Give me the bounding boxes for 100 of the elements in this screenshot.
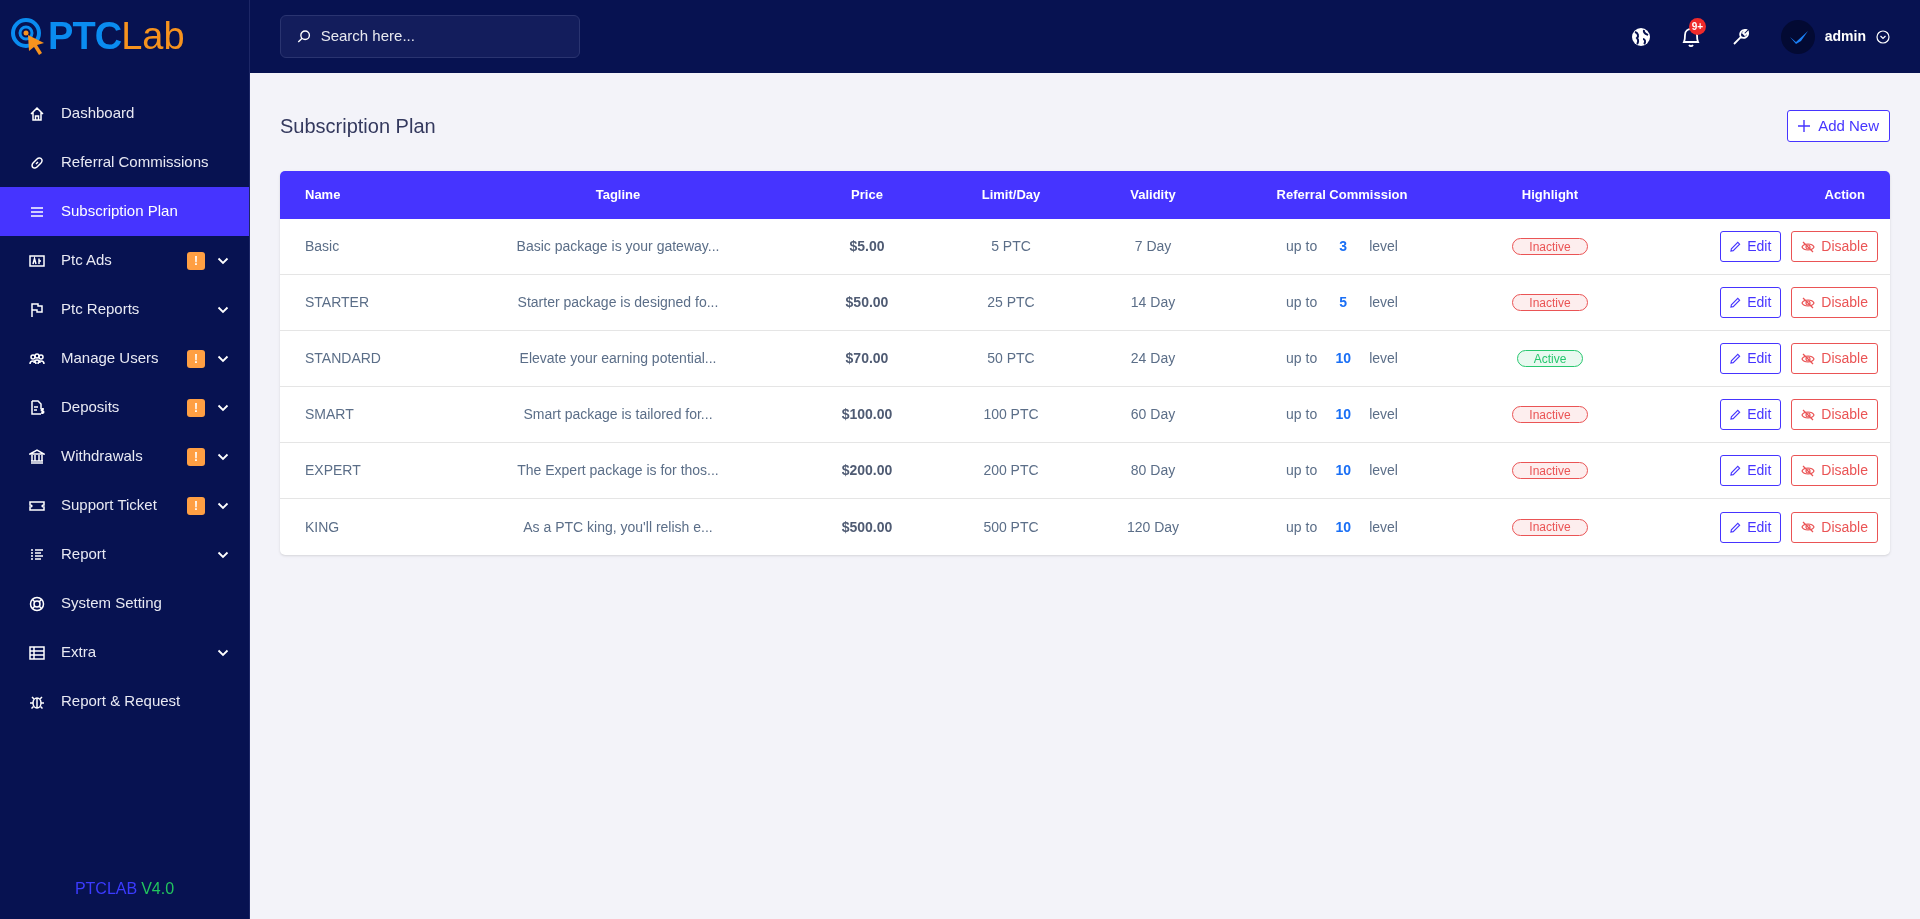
- sidebar-item[interactable]: Ptc Ads !: [0, 236, 249, 285]
- table-cell-text: 60 Day: [1130, 405, 1176, 424]
- table-cell-text: The Expert package is for thos...: [517, 461, 719, 480]
- edit-button[interactable]: Edit: [1720, 399, 1782, 430]
- status-badge: Active: [1516, 350, 1584, 367]
- eye-slash-icon: [1801, 352, 1816, 365]
- table-cell-text: $200.00: [841, 461, 893, 480]
- sidebar-item[interactable]: Referral Commissions: [0, 138, 249, 187]
- ad-icon: [29, 252, 45, 269]
- table-cell-text: 80 Day: [1130, 461, 1176, 480]
- table-cell-text: up to: [1286, 349, 1318, 368]
- table-cell-text: $500.00: [841, 517, 893, 537]
- search-icon: [297, 29, 311, 44]
- sidebar-item[interactable]: Extra: [0, 628, 249, 677]
- table-cell-text: level: [1369, 349, 1398, 368]
- table-cell-text: 7 Day: [1134, 237, 1172, 256]
- commission-level: 3: [1338, 237, 1349, 256]
- table-cell-text: level: [1369, 517, 1398, 537]
- edit-button[interactable]: Edit: [1720, 231, 1782, 262]
- edit-button[interactable]: Edit: [1720, 511, 1782, 543]
- table-cell-text: 100 PTC: [983, 405, 1039, 424]
- table-cell-text: 14 Day: [1130, 293, 1176, 312]
- status-badge: Inactive: [1512, 238, 1588, 255]
- bug-icon: [29, 693, 45, 710]
- table-cell-text: Elevate your earning potential...: [519, 349, 717, 368]
- table-cell-text: 120 Day: [1126, 517, 1180, 537]
- table-cell-text: Basic: [305, 237, 340, 256]
- status-badge: Inactive: [1512, 518, 1588, 536]
- eye-slash-icon: [1801, 240, 1816, 253]
- edit-button[interactable]: Edit: [1720, 455, 1782, 486]
- sidebar-item[interactable]: Report: [0, 530, 249, 579]
- search-field[interactable]: Search here...: [280, 15, 580, 58]
- column-header: Validity: [1130, 186, 1176, 205]
- disable-button[interactable]: Disable: [1791, 231, 1878, 262]
- disable-button[interactable]: Disable: [1791, 511, 1878, 543]
- search-field[interactable]: Search here...: [320, 25, 563, 48]
- eye-slash-icon: [1801, 464, 1816, 477]
- sidebar-item[interactable]: Subscription Plan: [0, 187, 249, 236]
- logo[interactable]: PTCLab: [48, 8, 185, 65]
- sidebar-item[interactable]: Deposits !: [0, 383, 249, 432]
- table-cell-text: Smart package is tailored for...: [523, 405, 713, 424]
- avatar-check-icon: [1780, 19, 1815, 54]
- flag-icon: [29, 301, 45, 318]
- sidebar-item[interactable]: System Setting: [0, 579, 249, 628]
- status-badge: Inactive: [1512, 294, 1588, 311]
- logo-text: PTC: [48, 14, 122, 59]
- sidebar-item[interactable]: Ptc Reports: [0, 285, 249, 334]
- sidebar-item[interactable]: Withdrawals !: [0, 432, 249, 481]
- table-cell-text: Starter package is designed fo...: [517, 293, 719, 312]
- column-header: Action: [1824, 186, 1865, 205]
- table-cell-text: up to: [1286, 293, 1318, 312]
- add-new-button[interactable]: Add New: [1787, 110, 1890, 142]
- link-icon: [29, 154, 45, 171]
- table-cell-text: STARTER: [305, 293, 370, 312]
- table-cell-text: up to: [1286, 517, 1318, 537]
- table-cell-text: 24 Day: [1130, 349, 1176, 368]
- invoice-dollar-icon: [29, 399, 45, 416]
- table-cell-text: 25 PTC: [987, 293, 1035, 312]
- sidebar-item[interactable]: Manage Users !: [0, 334, 249, 383]
- table-cell-text: 200 PTC: [983, 461, 1039, 480]
- table-cell-text: 500 PTC: [983, 517, 1039, 537]
- edit-button[interactable]: Edit: [1720, 287, 1782, 318]
- table-cell-text: $70.00: [845, 349, 889, 368]
- disable-button[interactable]: Disable: [1791, 343, 1878, 374]
- table-cell-text: level: [1369, 461, 1398, 480]
- disable-button[interactable]: Disable: [1791, 399, 1878, 430]
- table-icon: [29, 644, 45, 661]
- disable-button[interactable]: Disable: [1791, 455, 1878, 486]
- pencil-icon: [1730, 353, 1742, 364]
- sidebar-item[interactable]: Report & Request: [0, 677, 249, 726]
- disable-button[interactable]: Disable: [1791, 287, 1878, 318]
- edit-button[interactable]: Edit: [1720, 343, 1782, 374]
- table-cell-text: SMART: [305, 405, 354, 424]
- table-cell-text: level: [1369, 293, 1398, 312]
- plus-icon: [1798, 120, 1811, 132]
- table-cell-text: $100.00: [841, 405, 893, 424]
- table-cell-text: up to: [1286, 461, 1318, 480]
- pencil-icon: [1730, 409, 1742, 420]
- status-badge: Inactive: [1512, 462, 1588, 479]
- table-cell-text: up to: [1286, 405, 1318, 424]
- globe-icon[interactable]: [1630, 26, 1651, 47]
- alert-badge: !: [187, 349, 205, 368]
- alert-badge: !: [187, 447, 205, 466]
- logo-text: Lab: [121, 14, 185, 59]
- home-icon: [29, 105, 45, 122]
- table-cell-text: level: [1369, 405, 1398, 424]
- table-cell-text: As a PTC king, you'll relish e...: [523, 517, 713, 537]
- app-name: PTCLAB: [74, 879, 138, 899]
- user-menu[interactable]: admin: [1780, 19, 1890, 54]
- sidebar-item[interactable]: Dashboard: [0, 89, 249, 138]
- column-header: Highlight: [1521, 186, 1579, 205]
- sidebar-item[interactable]: Support Ticket !: [0, 481, 249, 530]
- users-icon: [29, 350, 45, 367]
- commission-level: 10: [1335, 405, 1352, 424]
- alert-badge: !: [187, 251, 205, 270]
- eye-slash-icon: [1801, 521, 1816, 533]
- pencil-icon: [1730, 521, 1742, 533]
- chevron-down-circle-icon: [1876, 29, 1890, 44]
- list-icon: [29, 546, 45, 563]
- page-title: Subscription Plan: [280, 114, 436, 139]
